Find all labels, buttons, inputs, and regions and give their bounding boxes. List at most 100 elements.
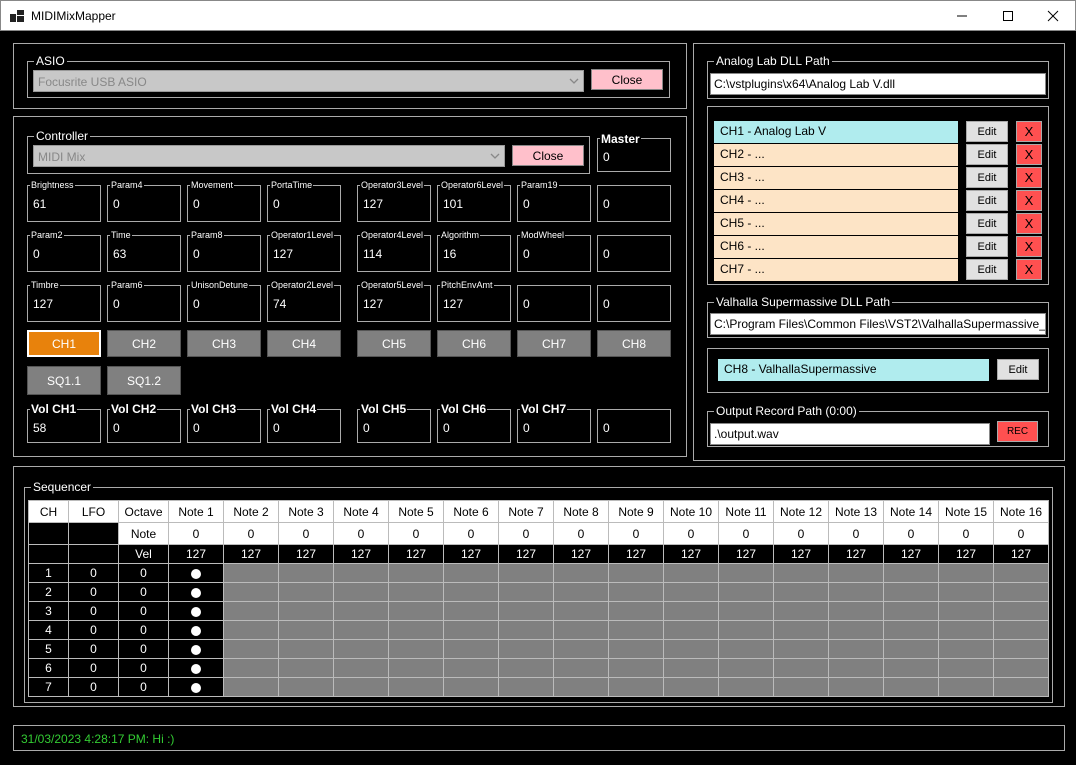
note-value[interactable]: 0 [553,522,609,545]
note-value[interactable]: 0 [498,522,554,545]
step-cell[interactable] [608,677,664,697]
param-box[interactable]: Movement 0 [187,180,261,222]
step-cell[interactable] [718,658,774,678]
step-cell[interactable] [663,620,719,640]
row-lfo[interactable]: 0 [68,601,119,621]
analog-edit-button[interactable]: Edit [966,190,1008,211]
param-box[interactable]: Operator2Level 74 [267,280,341,322]
step-cell[interactable] [333,620,389,640]
step-cell[interactable] [498,582,554,602]
analog-remove-button[interactable]: X [1016,236,1042,257]
step-cell[interactable] [553,639,609,659]
note-value[interactable]: 0 [168,522,224,545]
note-value[interactable]: 0 [828,522,884,545]
step-cell[interactable] [333,639,389,659]
step-cell[interactable] [278,563,334,583]
volume-box[interactable]: Vol CH1 58 [27,402,101,443]
note-value[interactable]: 0 [663,522,719,545]
param-box[interactable]: 0 [597,235,671,272]
step-cell[interactable] [223,563,279,583]
note-value[interactable]: 0 [443,522,499,545]
sequence-button[interactable]: SQ1.2 [107,366,181,395]
note-value[interactable]: 0 [718,522,774,545]
param-box[interactable]: 0 [517,285,591,322]
step-cell[interactable] [773,677,829,697]
step-cell[interactable] [993,658,1049,678]
param-box[interactable]: Param2 0 [27,230,101,272]
step-cell[interactable] [608,582,664,602]
controller-device-select[interactable]: MIDI Mix [33,145,505,167]
note-value[interactable]: 0 [223,522,279,545]
maximize-button[interactable] [985,1,1031,31]
step-cell[interactable] [828,639,884,659]
step-cell[interactable] [333,601,389,621]
channel-button-ch4[interactable]: CH4 [267,330,341,357]
note-value[interactable]: 0 [388,522,444,545]
step-cell[interactable] [608,620,664,640]
analog-edit-button[interactable]: Edit [966,144,1008,165]
step-cell[interactable] [663,582,719,602]
step-cell[interactable] [333,563,389,583]
param-box[interactable]: UnisonDetune 0 [187,280,261,322]
analog-path-input[interactable]: C:\vstplugins\x64\Analog Lab V.dll [710,73,1046,95]
step-cell[interactable] [663,601,719,621]
output-path-input[interactable]: .\output.wav [710,423,990,445]
step-cell[interactable] [718,677,774,697]
step-cell[interactable] [938,582,994,602]
step-cell[interactable] [498,620,554,640]
vel-value[interactable]: 127 [938,544,994,564]
step-cell[interactable] [443,639,499,659]
channel-button-ch6[interactable]: CH6 [437,330,511,357]
step-cell[interactable] [608,563,664,583]
step-cell[interactable] [278,601,334,621]
step-cell[interactable] [718,620,774,640]
controller-close-button[interactable]: Close [512,145,584,166]
vel-value[interactable]: 127 [278,544,334,564]
step-cell[interactable] [938,563,994,583]
step-cell[interactable] [773,620,829,640]
step-cell[interactable] [773,563,829,583]
vel-value[interactable]: 127 [718,544,774,564]
step-cell[interactable] [223,658,279,678]
valhalla-path-input[interactable]: C:\Program Files\Common Files\VST2\Valha… [710,313,1046,335]
step-cell[interactable] [608,658,664,678]
step-cell[interactable] [773,639,829,659]
analog-channel-item[interactable]: CH6 - ... [714,236,958,258]
step-cell[interactable] [993,582,1049,602]
analog-remove-button[interactable]: X [1016,259,1042,280]
row-lfo[interactable]: 0 [68,677,119,697]
vel-value[interactable]: 127 [993,544,1049,564]
analog-edit-button[interactable]: Edit [966,167,1008,188]
step-cell[interactable] [333,582,389,602]
step-cell[interactable] [883,658,939,678]
close-window-button[interactable] [1030,1,1076,31]
row-octave[interactable]: 0 [118,601,169,621]
step-cell[interactable] [718,639,774,659]
param-box[interactable]: Operator4Level 114 [357,230,431,272]
step-cell[interactable] [278,658,334,678]
vel-value[interactable]: 127 [498,544,554,564]
channel-button-ch5[interactable]: CH5 [357,330,431,357]
note-value[interactable]: 0 [773,522,829,545]
vel-value[interactable]: 127 [883,544,939,564]
volume-box[interactable]: Vol CH3 0 [187,402,261,443]
step-cell[interactable] [828,563,884,583]
analog-remove-button[interactable]: X [1016,121,1042,142]
row-lfo[interactable]: 0 [68,620,119,640]
analog-channel-item[interactable]: CH2 - ... [714,144,958,166]
param-box[interactable]: PitchEnvAmt 127 [437,280,511,322]
row-lfo[interactable]: 0 [68,582,119,602]
step-cell[interactable] [498,601,554,621]
step-cell[interactable] [773,658,829,678]
record-button[interactable]: REC [997,421,1038,442]
step-cell[interactable] [278,677,334,697]
vel-value[interactable]: 127 [773,544,829,564]
step-cell[interactable] [388,677,444,697]
volume-box[interactable]: Vol CH6 0 [437,402,511,443]
step-cell[interactable] [168,601,224,621]
analog-remove-button[interactable]: X [1016,167,1042,188]
vel-value[interactable]: 127 [333,544,389,564]
row-octave[interactable]: 0 [118,563,169,583]
volume-box[interactable]: Vol CH4 0 [267,402,341,443]
volume-box[interactable]: Vol CH5 0 [357,402,431,443]
